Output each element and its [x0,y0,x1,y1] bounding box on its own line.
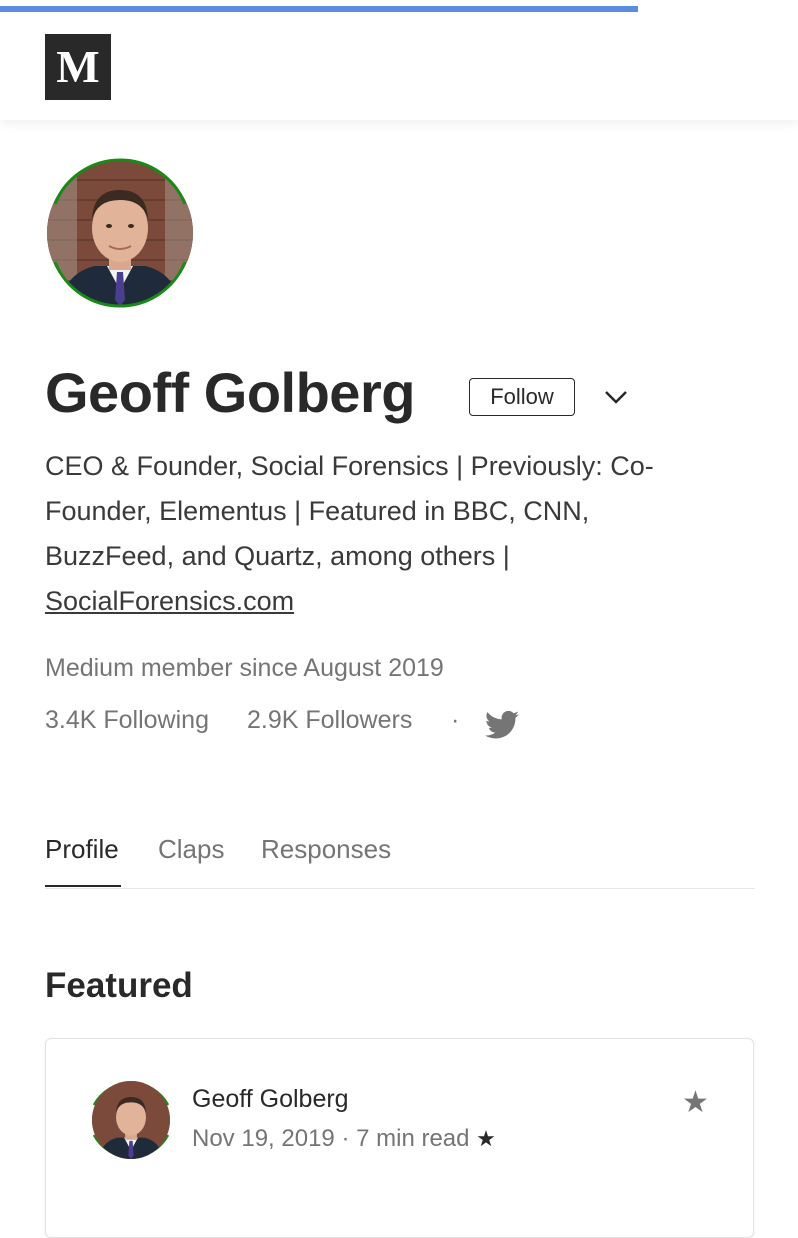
member-since: Medium member since August 2019 [45,654,444,682]
follow-button[interactable]: Follow [469,378,575,416]
top-navigation-bar: M [0,0,798,120]
card-meta: Nov 19, 2019 · 7 min read ★ [192,1125,496,1153]
bookmark-star-icon[interactable]: ★ [682,1085,709,1120]
twitter-icon[interactable] [485,710,519,740]
reading-progress-track [0,6,798,12]
active-tab-indicator [45,885,121,887]
chevron-down-icon[interactable] [602,386,630,408]
profile-bio: CEO & Founder, Social Forensics | Previo… [45,444,725,624]
profile-avatar [41,154,199,312]
website-link[interactable]: SocialForensics.com [45,586,294,616]
reading-progress-bar [0,6,639,12]
profile-name: Geoff Golberg [45,361,415,424]
tab-claps[interactable]: Claps [158,834,224,865]
card-author-name[interactable]: Geoff Golberg [192,1085,349,1114]
followers-count-link[interactable]: 2.9K Followers [247,706,412,735]
featured-story-card[interactable]: Geoff Golberg Nov 19, 2019 · 7 min read … [45,1038,754,1238]
tab-profile[interactable]: Profile [45,834,119,865]
member-star-icon: ★ [476,1126,496,1151]
author-avatar[interactable] [86,1075,176,1165]
profile-tabs: Profile Claps Responses [45,830,755,889]
featured-heading: Featured [45,966,193,1005]
card-date-read-time: Nov 19, 2019 · 7 min read [192,1125,470,1152]
following-count-link[interactable]: 3.4K Following [45,706,209,735]
medium-logo-icon[interactable]: M [45,34,111,100]
tab-responses[interactable]: Responses [261,834,391,865]
bio-text: CEO & Founder, Social Forensics | Previo… [45,451,654,571]
separator-dot: · [451,706,460,734]
